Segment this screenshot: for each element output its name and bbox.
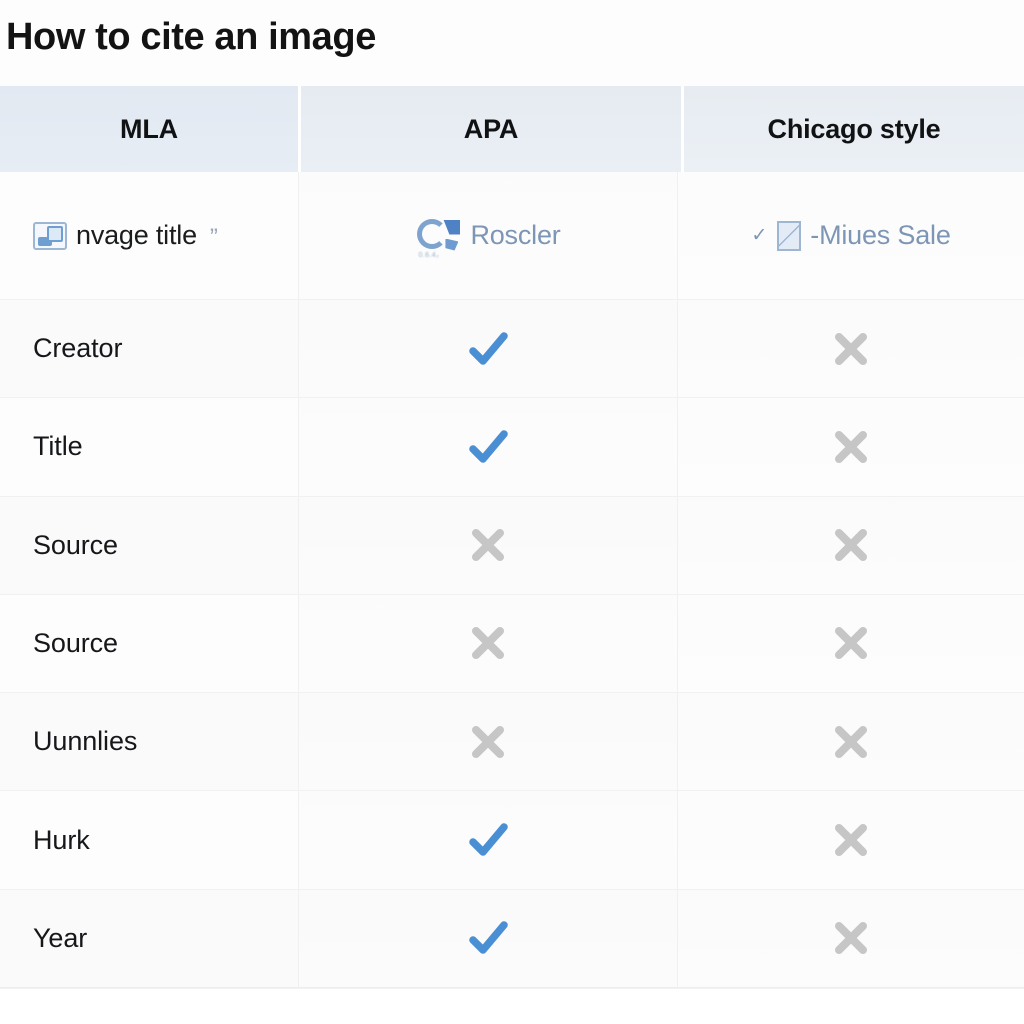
table-row: Title bbox=[0, 398, 1024, 497]
square-placeholder-icon bbox=[777, 220, 802, 251]
column-header-mla-label: MLA bbox=[120, 113, 178, 144]
page-root: How to cite an image MLA APA Chicago sty… bbox=[0, 0, 1024, 1024]
cell-apa bbox=[299, 398, 678, 496]
row-label: Year bbox=[33, 922, 88, 953]
cross-icon bbox=[835, 332, 867, 365]
row-label: Source bbox=[33, 529, 118, 560]
column-header-apa-label: APA bbox=[463, 113, 519, 144]
row-label: Creator bbox=[33, 333, 123, 364]
cell-apa bbox=[299, 300, 678, 398]
cross-icon bbox=[472, 627, 504, 660]
artifact-text-mla: nvage title bbox=[76, 220, 197, 250]
cell-chicago bbox=[678, 398, 1024, 496]
table-row: Creator bbox=[0, 300, 1024, 399]
check-icon bbox=[469, 331, 508, 365]
photo-placeholder-icon bbox=[33, 221, 67, 250]
page-title: How to cite an image bbox=[6, 15, 376, 58]
column-header-apa[interactable]: APA bbox=[301, 86, 681, 172]
circular-logo-icon: 0.6.4₂ bbox=[415, 215, 461, 259]
small-check-icon: ✓ bbox=[751, 225, 768, 246]
row-label: Hurk bbox=[33, 824, 90, 855]
cross-icon bbox=[835, 529, 867, 562]
row-label: Source bbox=[33, 627, 118, 658]
cross-icon bbox=[835, 922, 867, 955]
cell-apa bbox=[299, 693, 678, 791]
cross-icon bbox=[835, 627, 867, 660]
footer-strip bbox=[0, 988, 1024, 1024]
table-row: Year bbox=[0, 889, 1024, 988]
table-row: Source bbox=[0, 594, 1024, 694]
row-label-cell: Source bbox=[0, 496, 299, 594]
row-label-cell: Year bbox=[0, 889, 299, 987]
row-label-cell: Uunnlies bbox=[0, 693, 299, 791]
table-header-row: MLA APA Chicago style bbox=[0, 86, 1024, 172]
cell-chicago bbox=[678, 889, 1024, 987]
row-label-cell: Source bbox=[0, 594, 299, 693]
cell-chicago bbox=[678, 300, 1024, 398]
row-label: Title bbox=[33, 431, 83, 462]
table-row: Hurk bbox=[0, 791, 1024, 890]
check-icon bbox=[469, 430, 508, 463]
check-icon bbox=[469, 921, 508, 955]
table-row: Source bbox=[0, 496, 1024, 595]
row-label: Uunnlies bbox=[33, 726, 138, 757]
column-header-mla[interactable]: MLA bbox=[0, 86, 298, 172]
cell-apa bbox=[299, 496, 678, 594]
cell-apa bbox=[299, 791, 678, 889]
cross-icon bbox=[472, 529, 504, 562]
column-header-chicago-label: Chicago style bbox=[767, 113, 941, 144]
cell-apa bbox=[299, 889, 678, 987]
quote-mark-icon: ” bbox=[209, 223, 218, 251]
cell-chicago bbox=[678, 693, 1024, 791]
row-label-cell: Title bbox=[0, 398, 299, 496]
column-header-chicago[interactable]: Chicago style bbox=[684, 86, 1024, 172]
artifact-cell-chicago: ✓ -Miues Sale bbox=[678, 172, 1024, 299]
cell-apa bbox=[299, 594, 678, 693]
row-label-cell: Hurk bbox=[0, 791, 299, 889]
artifact-cell-mla: nvage title ” bbox=[0, 172, 299, 299]
table-body: nvage title ” 0.6.4₂ Roscler ✓ -Miues Sa… bbox=[0, 172, 1024, 988]
cell-chicago bbox=[678, 594, 1024, 693]
cross-icon bbox=[835, 725, 867, 758]
cross-icon bbox=[472, 725, 504, 758]
row-label-cell: Creator bbox=[0, 300, 299, 398]
check-icon bbox=[469, 823, 508, 856]
artifact-text-chicago: -Miues Sale bbox=[810, 220, 951, 250]
table-row: nvage title ” 0.6.4₂ Roscler ✓ -Miues Sa… bbox=[0, 172, 1024, 300]
cross-icon bbox=[835, 430, 867, 463]
citation-comparison-table: MLA APA Chicago style nvage title ” 0.6.… bbox=[0, 86, 1024, 988]
logo-microtext: 0.6.4₂ bbox=[418, 251, 440, 259]
table-row: Uunnlies bbox=[0, 693, 1024, 792]
artifact-text-apa: Roscler bbox=[470, 220, 561, 250]
cell-chicago bbox=[678, 496, 1024, 594]
artifact-cell-apa: 0.6.4₂ Roscler bbox=[299, 172, 678, 299]
cross-icon bbox=[835, 824, 867, 857]
cell-chicago bbox=[678, 791, 1024, 889]
